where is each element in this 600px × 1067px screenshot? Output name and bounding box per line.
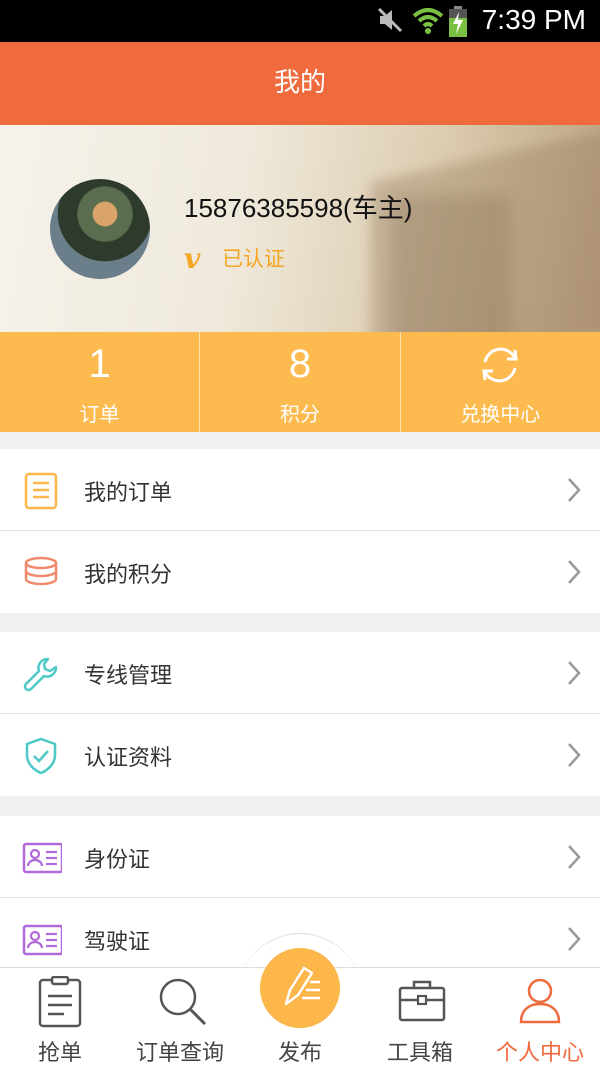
menu-item-route-management[interactable]: 专线管理 bbox=[0, 632, 600, 714]
stat-points-label: 积分 bbox=[279, 402, 320, 426]
person-icon bbox=[519, 978, 561, 1024]
mute-icon bbox=[377, 7, 403, 33]
stat-points-value: 8 bbox=[288, 342, 312, 386]
menu-item-my-points[interactable]: 我的积分 bbox=[0, 531, 600, 613]
clipboard-icon bbox=[38, 976, 82, 1028]
tab-personal-center[interactable]: 个人中心 bbox=[480, 968, 600, 1067]
stat-orders[interactable]: 1 订单 bbox=[0, 332, 199, 432]
menu-group-management: 专线管理 认证资料 bbox=[0, 632, 600, 796]
document-icon bbox=[24, 472, 58, 510]
verified-label: 已认证 bbox=[222, 247, 285, 271]
menu-label: 认证资料 bbox=[84, 746, 173, 771]
stat-exchange-label: 兑换中心 bbox=[460, 402, 541, 426]
search-icon bbox=[159, 978, 207, 1026]
profile-header bbox=[0, 125, 600, 332]
wifi-icon bbox=[412, 8, 444, 34]
status-time: 7:39 PM bbox=[481, 4, 586, 35]
tab-label: 工具箱 bbox=[386, 1041, 453, 1066]
tab-toolbox[interactable]: 工具箱 bbox=[360, 968, 480, 1067]
chevron-right-icon bbox=[568, 743, 581, 767]
toolbox-icon bbox=[398, 980, 446, 1022]
license-card-icon bbox=[22, 924, 62, 956]
publish-button[interactable] bbox=[260, 948, 340, 1028]
stat-orders-value: 1 bbox=[88, 342, 111, 386]
battery-charging-icon bbox=[449, 6, 467, 37]
menu-label: 我的积分 bbox=[84, 563, 173, 588]
verified-v-icon: v bbox=[184, 241, 201, 275]
chevron-right-icon bbox=[568, 661, 581, 685]
pencil-icon bbox=[284, 966, 320, 1006]
wrench-icon bbox=[23, 657, 58, 692]
shield-check-icon bbox=[25, 737, 57, 775]
tab-order-query[interactable]: 订单查询 bbox=[120, 968, 240, 1067]
tab-label: 订单查询 bbox=[135, 1041, 224, 1066]
stat-points[interactable]: 8 积分 bbox=[199, 332, 399, 432]
id-card-icon bbox=[22, 842, 62, 874]
coins-icon bbox=[24, 556, 58, 586]
menu-label: 专线管理 bbox=[84, 664, 173, 689]
stats-bar: 1 订单 8 积分 兑换中心 bbox=[0, 332, 600, 432]
verified-badge: v 已认证 bbox=[184, 241, 285, 275]
menu-label: 我的订单 bbox=[84, 481, 173, 506]
chevron-right-icon bbox=[568, 560, 581, 584]
chevron-right-icon bbox=[568, 845, 581, 869]
menu-group-orders: 我的订单 我的积分 bbox=[0, 449, 600, 613]
chevron-right-icon bbox=[568, 478, 581, 502]
tab-label: 个人中心 bbox=[495, 1041, 584, 1066]
menu-item-id-card[interactable]: 身份证 bbox=[0, 816, 600, 898]
stat-exchange-center[interactable]: 兑换中心 bbox=[399, 332, 600, 432]
menu-label: 身份证 bbox=[84, 848, 151, 873]
avatar[interactable] bbox=[50, 179, 150, 279]
stat-orders-label: 订单 bbox=[79, 402, 120, 426]
refresh-icon bbox=[482, 347, 518, 383]
menu-item-certification-info[interactable]: 认证资料 bbox=[0, 714, 600, 796]
profile-name: 15876385598(车主) bbox=[184, 193, 413, 223]
status-bar: 7:39 PM bbox=[0, 0, 600, 42]
tab-label: 发布 bbox=[277, 1041, 322, 1066]
chevron-right-icon bbox=[568, 927, 581, 951]
menu-item-my-orders[interactable]: 我的订单 bbox=[0, 449, 600, 531]
tab-label: 抢单 bbox=[37, 1041, 82, 1066]
tab-grab-order[interactable]: 抢单 bbox=[0, 968, 120, 1067]
menu-label: 驾驶证 bbox=[84, 930, 151, 955]
page-title: 我的 bbox=[0, 42, 600, 125]
